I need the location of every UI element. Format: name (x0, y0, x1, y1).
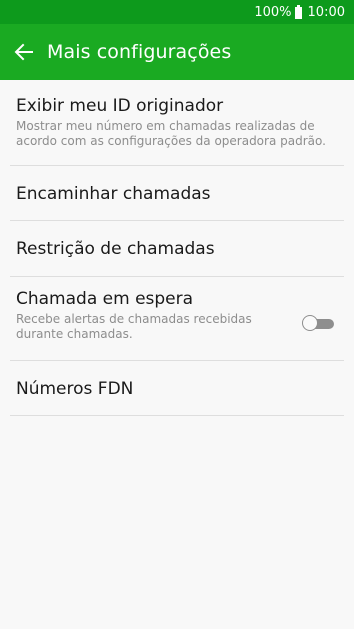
setting-call-barring[interactable]: Restrição de chamadas (10, 221, 344, 277)
setting-call-waiting[interactable]: Chamada em espera Recebe alertas de cham… (10, 277, 344, 361)
back-button[interactable] (14, 42, 34, 62)
arrow-back-icon (14, 43, 33, 61)
app-bar: Mais configurações (0, 24, 354, 80)
setting-subtitle: Recebe alertas de chamadas recebidas dur… (16, 312, 252, 341)
setting-fdn-numbers[interactable]: Números FDN (10, 361, 344, 416)
battery-percentage: 100% (254, 4, 292, 20)
settings-list: Exibir meu ID originador Mostrar meu núm… (0, 80, 354, 416)
toggle-thumb (302, 315, 318, 331)
setting-call-forwarding[interactable]: Encaminhar chamadas (10, 166, 344, 221)
setting-title: Restrição de chamadas (16, 239, 215, 259)
setting-title: Exibir meu ID originador (16, 96, 224, 116)
setting-caller-id[interactable]: Exibir meu ID originador Mostrar meu núm… (10, 80, 344, 166)
clock: 10:00 (307, 4, 345, 20)
setting-title: Chamada em espera (16, 289, 194, 309)
status-bar: 100% 10:00 (0, 0, 354, 24)
setting-title: Números FDN (16, 379, 134, 399)
battery-icon (294, 4, 302, 19)
setting-title: Encaminhar chamadas (16, 184, 211, 204)
call-waiting-toggle[interactable] (302, 313, 335, 335)
setting-subtitle: Mostrar meu número em chamadas realizada… (16, 119, 326, 148)
page-title: Mais configurações (47, 41, 232, 63)
